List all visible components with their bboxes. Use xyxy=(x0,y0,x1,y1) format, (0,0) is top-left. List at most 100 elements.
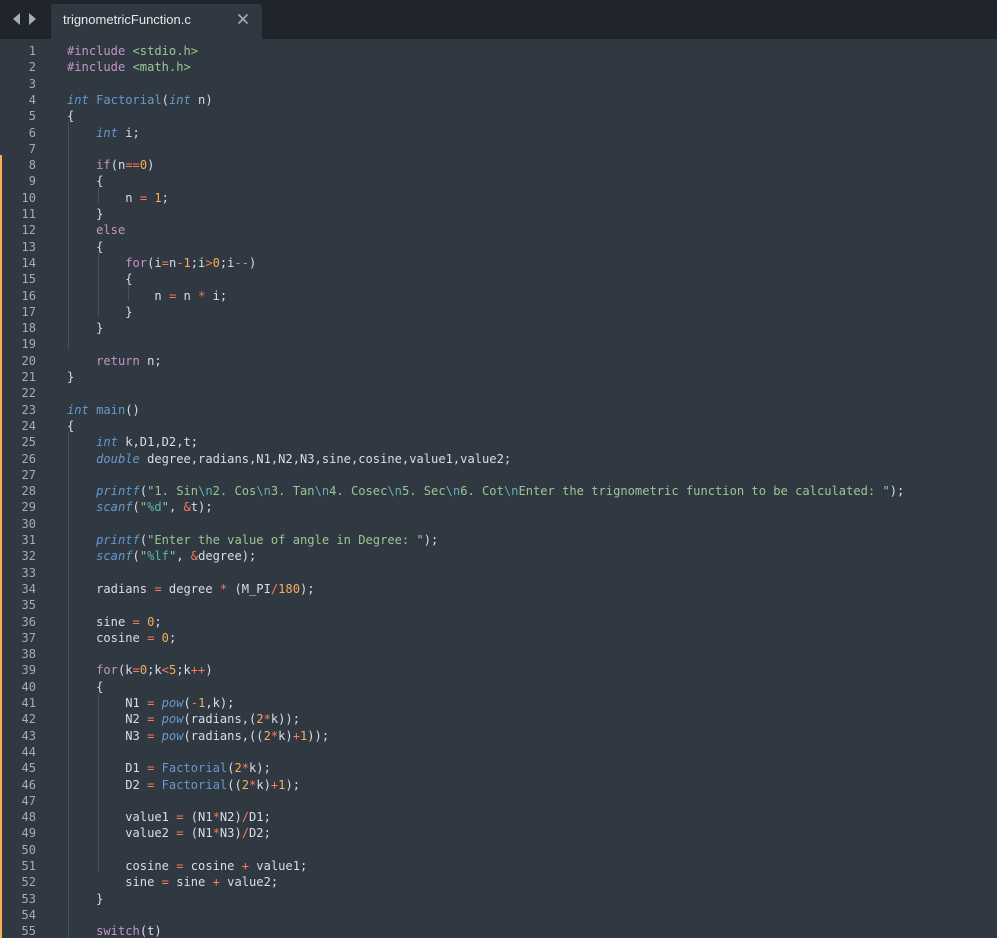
line-number: 16 xyxy=(21,288,36,303)
code-token: ); xyxy=(300,581,315,596)
code-line[interactable]: int i; xyxy=(67,125,140,141)
code-line[interactable]: n = n * i; xyxy=(67,288,227,304)
line-number: 30 xyxy=(21,516,36,531)
line-number-gutter: 1 2 3 4 5 6 7 8 9 10 11 12 13 14 15 16 17 18 19 20 21 22 23 24 2… xyxy=(0,41,44,938)
code-token: \n xyxy=(387,484,402,499)
code-line[interactable]: cosine = cosine + value1; xyxy=(67,858,307,874)
code-token: sine xyxy=(67,875,162,890)
code-line[interactable]: { xyxy=(67,173,103,189)
line-number: 3 xyxy=(28,76,36,91)
code-token: (N1 xyxy=(183,826,213,841)
code-line[interactable]: printf("1. Sin\n2. Cos\n3. Tan\n4. Cosec… xyxy=(67,483,904,499)
code-token: } xyxy=(67,891,104,906)
code-token: degree,radians,N1,N2,N3,sine,cosine,valu… xyxy=(139,451,512,466)
code-token: * xyxy=(212,826,220,841)
code-token: ;i xyxy=(219,255,235,270)
tab-bar: trignometricFunction.c xyxy=(0,0,997,39)
code-token: D2; xyxy=(249,826,271,841)
code-line[interactable]: double degree,radians,N1,N2,N3,sine,cosi… xyxy=(67,451,511,467)
code-line[interactable]: int main() xyxy=(67,402,140,418)
code-line[interactable]: scanf("%lf", &degree); xyxy=(67,548,256,564)
code-token: n xyxy=(67,190,140,205)
code-line[interactable]: { xyxy=(67,271,132,287)
code-token: Enter the trignometric function to be ca… xyxy=(518,484,890,499)
code-line[interactable]: D1 = Factorial(2*k); xyxy=(67,760,271,776)
code-token: printf xyxy=(96,484,140,499)
code-line[interactable]: sine = sine + value2; xyxy=(67,874,278,890)
code-line[interactable]: } xyxy=(67,369,74,385)
code-line[interactable]: N1 = pow(-1,k); xyxy=(67,695,234,711)
code-line[interactable]: value2 = (N1*N3)/D2; xyxy=(67,825,271,841)
code-line[interactable]: #include <stdio.h> xyxy=(67,43,198,59)
code-token: * xyxy=(241,761,250,776)
code-token: N2) xyxy=(219,810,242,825)
code-line[interactable]: for(k=0;k<5;k++) xyxy=(67,662,213,678)
code-token: for xyxy=(125,255,148,270)
code-token: cosine xyxy=(183,859,242,873)
code-line[interactable]: printf("Enter the value of angle in Degr… xyxy=(67,532,438,548)
code-line[interactable]: #include <math.h> xyxy=(67,59,191,75)
code-line[interactable]: { xyxy=(67,679,103,695)
tab-trignometricfunction-c[interactable]: trignometricFunction.c xyxy=(51,4,262,39)
code-token: 0 xyxy=(139,158,148,173)
code-line[interactable]: scanf("%d", &t); xyxy=(67,499,213,515)
code-token: 180 xyxy=(278,581,300,596)
code-token: D2 xyxy=(67,777,148,792)
code-token: { xyxy=(67,418,75,433)
code-line[interactable]: else xyxy=(67,222,125,238)
code-token: 0 xyxy=(161,630,169,645)
code-line[interactable]: D2 = Factorial((2*k)+1); xyxy=(67,777,300,793)
code-editor[interactable]: 1 2 3 4 5 6 7 8 9 10 11 12 13 14 15 16 17 18 19 20 21 22 23 24 2… xyxy=(0,41,997,938)
code-token: = xyxy=(176,859,184,873)
code-line[interactable]: sine = 0; xyxy=(67,614,162,630)
code-line[interactable]: } xyxy=(67,320,103,336)
code-line[interactable]: if(n==0) xyxy=(67,157,154,173)
line-number: 45 xyxy=(21,761,36,776)
code-line[interactable]: n = 1; xyxy=(67,190,169,206)
close-icon[interactable] xyxy=(236,12,250,26)
code-line[interactable]: radians = degree * (M_PI/180); xyxy=(67,581,315,597)
code-line[interactable]: N3 = pow(radians,((2*k)+1)); xyxy=(67,728,329,744)
code-token: ; xyxy=(161,190,169,205)
code-line[interactable]: switch(t) xyxy=(67,923,162,938)
code-line[interactable]: { xyxy=(67,418,74,434)
line-number: 35 xyxy=(21,598,36,613)
code-line[interactable]: for(i=n-1;i>0;i--) xyxy=(67,255,256,271)
code-token: int xyxy=(67,92,89,107)
code-token: degree xyxy=(161,581,220,596)
code-line[interactable]: value1 = (N1*N2)/D1; xyxy=(67,809,271,825)
code-line[interactable]: } xyxy=(67,891,103,907)
code-line[interactable]: cosine = 0; xyxy=(67,630,176,646)
code-token: N3 xyxy=(67,728,148,743)
code-token: value2 xyxy=(67,826,177,841)
code-token: = xyxy=(161,875,169,890)
code-token: i; xyxy=(205,288,228,303)
chevron-left-icon[interactable] xyxy=(10,11,22,27)
code-line[interactable]: N2 = pow(radians,(2*k)); xyxy=(67,711,300,727)
code-line[interactable]: return n; xyxy=(67,353,162,369)
code-line[interactable]: { xyxy=(67,239,103,255)
code-token: ( xyxy=(139,533,148,547)
code-token: = xyxy=(154,581,162,596)
code-token: 2 xyxy=(263,728,271,743)
line-number: 49 xyxy=(21,826,36,841)
code-line[interactable]: int Factorial(int n) xyxy=(67,92,213,108)
line-number: 10 xyxy=(21,190,36,205)
code-token: D1; xyxy=(249,810,271,825)
code-line[interactable]: { xyxy=(67,108,74,124)
code-token: k) xyxy=(278,728,293,743)
code-token: = xyxy=(161,255,169,270)
code-token: #include xyxy=(67,44,133,58)
code-line[interactable]: } xyxy=(67,304,132,320)
chevron-right-icon[interactable] xyxy=(27,11,39,27)
code-line[interactable]: int k,D1,D2,t; xyxy=(67,434,198,450)
code-token: %lf xyxy=(147,549,169,564)
code-area[interactable]: #include <stdio.h> #include <math.h> int F… xyxy=(67,41,987,938)
code-token: if xyxy=(96,158,111,173)
line-number: 15 xyxy=(21,272,36,287)
code-line[interactable]: } xyxy=(67,206,103,222)
line-number: 34 xyxy=(21,581,36,596)
